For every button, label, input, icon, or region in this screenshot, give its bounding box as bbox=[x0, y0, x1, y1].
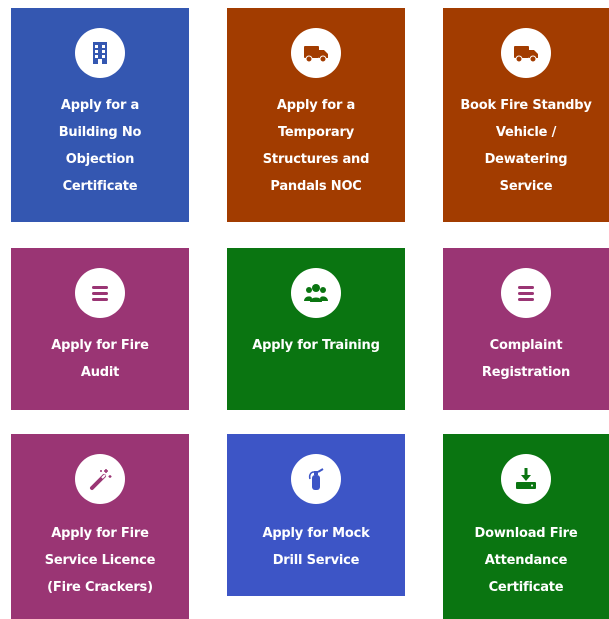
tile-label-line: Download Fire bbox=[474, 526, 578, 541]
tile-label: Apply for a Building No Objection Certif… bbox=[15, 92, 185, 200]
tile-label-line: Audit bbox=[80, 365, 120, 380]
tile-label: Apply for Fire Service Licence (Fire Cra… bbox=[15, 520, 185, 601]
tile-label-line: Vehicle / bbox=[495, 125, 557, 140]
tile-download-fire-attendance-certificate[interactable]: Download Fire Attendance Certificate bbox=[443, 434, 609, 619]
tile-label-line: Apply for Fire bbox=[51, 526, 149, 541]
tile-label-line: Dewatering bbox=[484, 152, 568, 167]
list-icon bbox=[75, 268, 125, 318]
tile-label-line: Building No bbox=[58, 125, 142, 140]
tile-label-line: Book Fire Standby bbox=[460, 98, 592, 113]
tile-label-line: Apply for Fire bbox=[51, 338, 149, 353]
tile-label-line: Service Licence bbox=[44, 553, 156, 568]
tile-complaint-registration[interactable]: Complaint Registration bbox=[443, 248, 609, 410]
tile-fire-standby-vehicle[interactable]: Book Fire Standby Vehicle / Dewatering S… bbox=[443, 8, 609, 222]
tile-label-line: Drill Service bbox=[272, 553, 360, 568]
fire-extinguisher-icon bbox=[291, 454, 341, 504]
tile-label-line: Apply for a bbox=[60, 98, 140, 113]
list-icon bbox=[501, 268, 551, 318]
tile-label-line: Temporary bbox=[277, 125, 354, 140]
tile-label-line: Registration bbox=[481, 365, 571, 380]
tile-label: Complaint Registration bbox=[447, 332, 605, 386]
tile-label-line: Complaint bbox=[489, 338, 563, 353]
tile-label-line: Apply for a bbox=[276, 98, 356, 113]
tile-label-line: Certificate bbox=[62, 179, 138, 194]
tile-label: Download Fire Attendance Certificate bbox=[447, 520, 605, 601]
tile-label-line: (Fire Crackers) bbox=[47, 580, 153, 595]
users-icon bbox=[291, 268, 341, 318]
tile-label-line: Certificate bbox=[488, 580, 564, 595]
tile-temporary-structures-noc[interactable]: Apply for a Temporary Structures and Pan… bbox=[227, 8, 405, 222]
magic-wand-icon bbox=[75, 454, 125, 504]
tile-label: Apply for Fire Audit bbox=[15, 332, 185, 386]
tile-label-line: Apply for Training bbox=[252, 338, 380, 353]
tile-mock-drill-service[interactable]: Apply for Mock Drill Service bbox=[227, 434, 405, 596]
tile-building-noc[interactable]: Apply for a Building No Objection Certif… bbox=[11, 8, 189, 222]
tile-label-line: Structures and bbox=[262, 152, 370, 167]
building-icon bbox=[75, 28, 125, 78]
tile-label: Book Fire Standby Vehicle / Dewatering S… bbox=[447, 92, 605, 200]
download-icon bbox=[501, 454, 551, 504]
tile-label: Apply for Training bbox=[231, 332, 401, 359]
tile-label: Apply for Mock Drill Service bbox=[231, 520, 401, 574]
tile-training[interactable]: Apply for Training bbox=[227, 248, 405, 410]
truck-icon bbox=[291, 28, 341, 78]
tile-fire-audit[interactable]: Apply for Fire Audit bbox=[11, 248, 189, 410]
tile-label-line: Apply for Mock bbox=[262, 526, 370, 541]
tile-label-line: Attendance bbox=[484, 553, 568, 568]
tile-label-line: Pandals NOC bbox=[270, 179, 362, 194]
truck-icon bbox=[501, 28, 551, 78]
tile-fire-service-licence[interactable]: Apply for Fire Service Licence (Fire Cra… bbox=[11, 434, 189, 619]
tile-label-line: Objection bbox=[65, 152, 135, 167]
tile-label-line: Service bbox=[499, 179, 553, 194]
tile-label: Apply for a Temporary Structures and Pan… bbox=[231, 92, 401, 200]
